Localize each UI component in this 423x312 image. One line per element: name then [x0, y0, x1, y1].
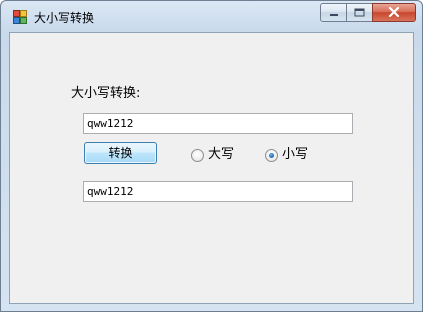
radio-lowercase-label: 小写	[282, 147, 309, 162]
radio-uppercase-label: 大写	[208, 147, 235, 162]
minimize-icon	[329, 6, 339, 20]
form-client-area: 大小写转换: qww1212 转换 大写 小写 qww1212	[9, 32, 414, 304]
close-icon	[388, 6, 400, 20]
minimize-button[interactable]	[320, 3, 347, 22]
radio-lowercase-circle[interactable]	[265, 148, 278, 162]
window-title: 大小写转换	[34, 11, 95, 25]
app-window: 大小写转换 大小写转换: qww1212 转换 大写 小写 qww1212	[0, 0, 423, 312]
caption-buttons	[320, 3, 416, 23]
input-textbox[interactable]: qww1212	[83, 113, 353, 134]
radio-lowercase[interactable]: 小写	[265, 147, 308, 163]
maximize-icon	[354, 6, 365, 20]
maximize-button[interactable]	[346, 3, 373, 22]
heading-label: 大小写转换:	[71, 86, 141, 101]
output-textbox[interactable]: qww1212	[83, 181, 353, 202]
radio-uppercase[interactable]: 大写	[191, 147, 234, 163]
radio-uppercase-circle[interactable]	[191, 148, 204, 162]
close-button[interactable]	[372, 3, 416, 22]
app-window-icon	[13, 10, 27, 24]
convert-button[interactable]: 转换	[84, 142, 157, 164]
title-bar[interactable]: 大小写转换	[1, 1, 422, 31]
